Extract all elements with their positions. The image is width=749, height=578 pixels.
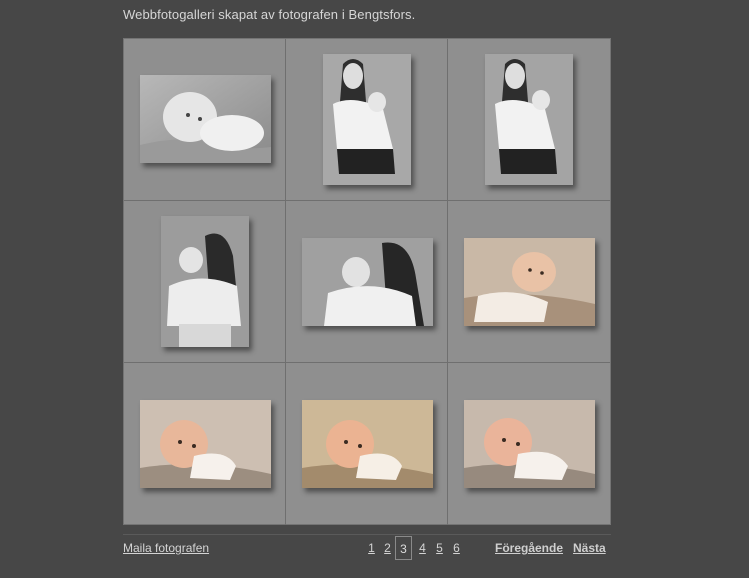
thumbnail-image[interactable] xyxy=(485,54,573,185)
thumbnail-cell[interactable] xyxy=(124,363,286,525)
thumbnail-cell[interactable] xyxy=(124,201,286,363)
page-link-1[interactable]: 1 xyxy=(363,536,380,560)
thumbnail-cell[interactable] xyxy=(448,39,610,201)
previous-page-link[interactable]: Föregående xyxy=(495,541,563,555)
page-current-3: 3 xyxy=(395,536,412,560)
thumbnail-cell[interactable] xyxy=(286,363,448,525)
thumbnail-grid xyxy=(123,38,611,525)
thumbnail-cell[interactable] xyxy=(286,39,448,201)
footer-divider xyxy=(123,534,611,535)
thumbnail-cell[interactable] xyxy=(286,201,448,363)
thumbnail-image[interactable] xyxy=(140,75,271,163)
page-link-2[interactable]: 2 xyxy=(379,536,396,560)
thumbnail-image[interactable] xyxy=(140,400,271,488)
thumbnail-image[interactable] xyxy=(302,400,433,488)
thumbnail-image[interactable] xyxy=(161,216,249,347)
page-link-6[interactable]: 6 xyxy=(448,536,465,560)
mail-photographer-link[interactable]: Maila fotografen xyxy=(123,541,209,555)
page-link-5[interactable]: 5 xyxy=(431,536,448,560)
gallery-subtitle: Webbfotogalleri skapat av fotografen i B… xyxy=(123,7,416,22)
thumbnail-image[interactable] xyxy=(464,238,595,326)
thumbnail-cell[interactable] xyxy=(448,363,610,525)
thumbnail-cell[interactable] xyxy=(124,39,286,201)
thumbnail-image[interactable] xyxy=(464,400,595,488)
thumbnail-image[interactable] xyxy=(323,54,411,185)
thumbnail-image[interactable] xyxy=(302,238,433,326)
next-page-link[interactable]: Nästa xyxy=(573,541,606,555)
page-link-4[interactable]: 4 xyxy=(414,536,431,560)
thumbnail-cell[interactable] xyxy=(448,201,610,363)
